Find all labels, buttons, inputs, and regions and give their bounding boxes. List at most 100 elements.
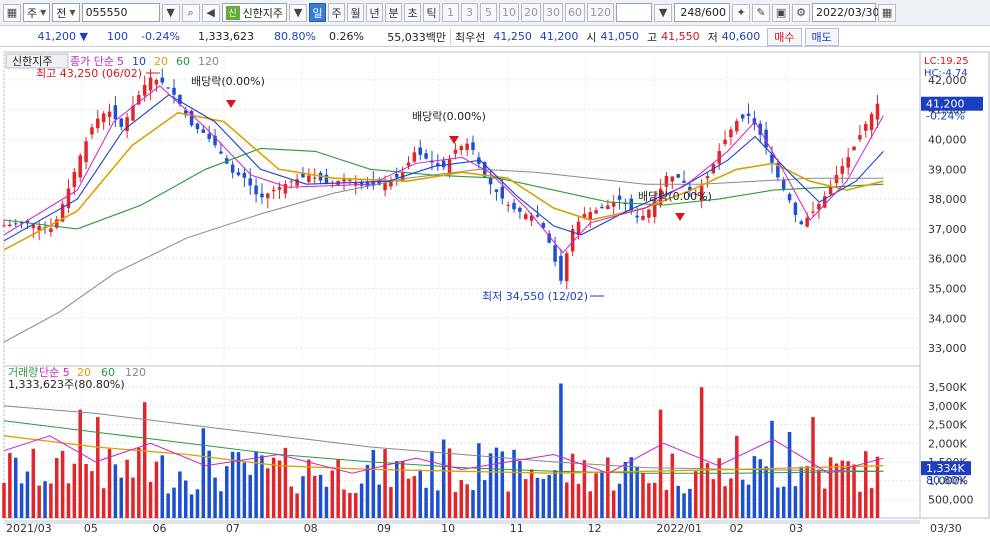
volume-bar [383,449,387,518]
volume-bar [482,480,487,518]
candle [90,127,94,135]
interval-3-button[interactable]: 3 [461,3,479,22]
open-label: 시 [586,30,597,44]
candle [459,146,464,151]
period-month-button[interactable]: 월 [347,3,365,22]
candle [641,215,645,220]
price-tick-label: 33,000 [928,342,967,355]
max-price-annotation: 최고 43,250 (06/02) [36,67,142,80]
volume-bar [201,428,206,518]
volume-tick-label: 500,000 [928,493,974,506]
volume-bar [582,460,587,518]
candle [189,110,194,126]
interval-5-button[interactable]: 5 [480,3,498,22]
volume-bar [430,450,434,518]
interval-60-button[interactable]: 60 [565,3,586,22]
candle [875,103,880,120]
interval-custom-input[interactable] [616,3,653,22]
candle [565,253,569,282]
stock-code-input[interactable]: 055550 [81,3,160,22]
indicator-icon[interactable]: ✦ [732,3,751,22]
volume-bar [154,461,159,518]
volume-bar [178,471,182,518]
chevron-down-icon[interactable]: ▼ [654,3,673,22]
candle [787,194,792,201]
candle [348,180,352,182]
volume-bar [348,492,352,518]
settings-icon[interactable]: ⚙ [792,3,811,22]
candle [148,77,153,91]
count-input[interactable]: 248/600 [674,3,731,22]
volume-bar [424,487,428,518]
interval-120-button[interactable]: 120 [587,3,615,22]
price-tick-label: 38,000 [928,193,967,206]
candle [676,174,680,178]
period-tick-button[interactable]: 틱 [423,3,441,22]
volume-bar [535,477,540,518]
volume-bar [72,463,77,518]
period-second-button[interactable]: 초 [404,3,422,22]
draw-icon[interactable]: ✎ [752,3,771,22]
interval-10-button[interactable]: 10 [499,3,520,22]
candle [219,151,223,154]
candle [471,142,475,150]
candle [729,129,733,138]
candle [488,177,493,185]
save-icon[interactable]: ▣ [772,3,791,22]
candle [72,171,77,187]
volume-bar [137,447,141,518]
price-legend-item: 120 [198,55,219,68]
volume-bar [740,479,745,518]
period-day-button[interactable]: 일 [309,3,327,22]
candle [600,206,604,209]
volume-bar [166,493,170,518]
volume-value: 1,333,623 [198,30,254,43]
candle [101,113,106,123]
volume-bar [266,468,270,518]
volume-bar [676,485,680,518]
dividend-annotation: 배당락(0.00%) [638,190,712,203]
chevron-down-icon[interactable]: ▼ [161,3,180,22]
last-price-percent: -0.24% [926,110,965,123]
grid-icon[interactable]: ▦ [3,3,21,22]
volume-bar [101,488,106,518]
sell-button[interactable]: 매도 [804,27,839,46]
volume-bar [389,486,393,518]
candle [647,209,651,218]
candle [383,183,387,191]
volume-bar [453,491,458,518]
candle [523,214,528,220]
volume-bar [324,486,329,518]
chevron-down-icon[interactable]: ▼ [289,3,308,22]
candle [96,118,100,129]
interval-20-button[interactable]: 20 [521,3,542,22]
trade-amount: 55,033백만 [387,30,446,44]
candle [142,84,147,96]
interval-30-button[interactable]: 30 [543,3,564,22]
price-tick-label: 39,000 [928,163,967,176]
type-select[interactable]: 전 ▼ [52,3,80,22]
stock-chart[interactable]: 33,000 34,000 35,000 36,000 37,000 38,000 39,0… [0,48,990,542]
calendar-icon[interactable]: ▦ [878,3,897,22]
volume-bar [547,475,551,518]
volume-bar [500,451,505,518]
volume-legend-item: 120 [125,366,146,379]
volume-bar [594,473,598,518]
market-select[interactable]: 주 ▼ [23,3,51,22]
volume-bar [84,463,88,518]
volume-bar [260,455,264,518]
date-input[interactable]: 2022/03/30 [812,3,879,22]
interval-1-button[interactable]: 1 [442,3,460,22]
horizontal-scrollbar[interactable] [4,520,920,524]
end-date-label: 03/30 [930,522,962,535]
dividend-annotation: 배당락(0.00%) [412,110,486,123]
buy-button[interactable]: 매수 [767,27,802,46]
volume-bar [447,448,452,518]
volume-bar [13,457,18,518]
search-icon[interactable]: ⌕ [181,3,200,22]
period-minute-button[interactable]: 분 [385,3,403,22]
period-year-button[interactable]: 년 [366,3,384,22]
speaker-icon[interactable]: ◀ [201,3,220,22]
period-week-button[interactable]: 주 [328,3,346,22]
volume-bar [717,458,721,518]
